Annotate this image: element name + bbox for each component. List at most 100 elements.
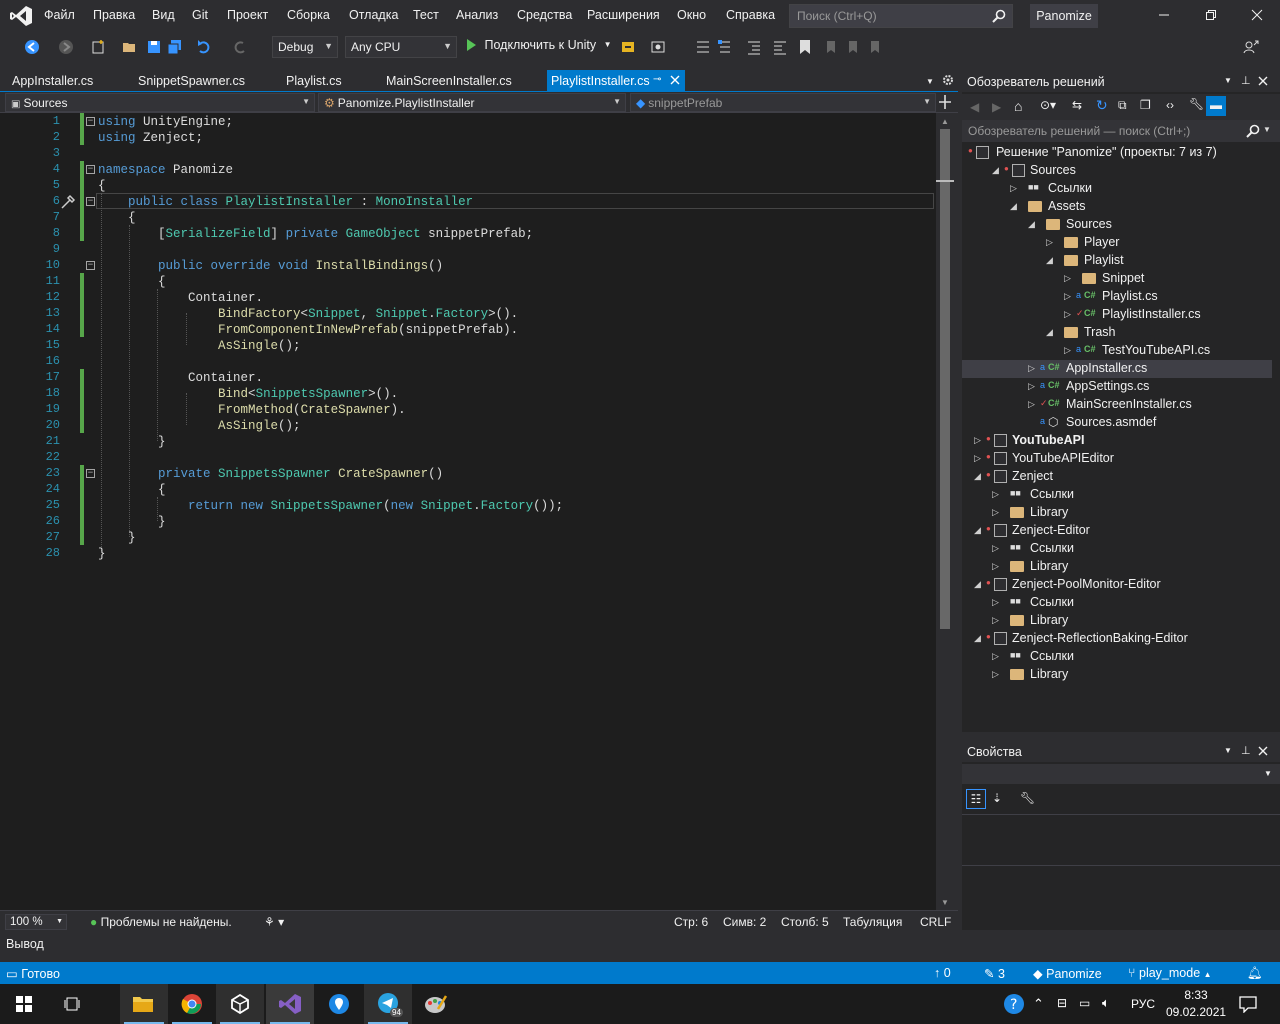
tree-item[interactable]: ▷ ● YouTubeAPIEditor bbox=[962, 450, 1272, 468]
redo-icon[interactable] bbox=[232, 39, 248, 55]
quick-actions-icon[interactable] bbox=[60, 194, 76, 210]
problems-indicator[interactable]: ● Проблемы не найдены. bbox=[90, 915, 232, 929]
collapse-icon[interactable]: − bbox=[86, 165, 95, 174]
tree-item[interactable]: ▷ ✓ C# MainScreenInstaller.cs bbox=[962, 396, 1272, 414]
tree-item[interactable]: ◢ Sources bbox=[962, 216, 1272, 234]
tree-item[interactable]: ▷ ■■ Ссылки bbox=[962, 180, 1272, 198]
language-indicator[interactable]: РУС bbox=[1131, 997, 1155, 1011]
panel-menu-icon[interactable]: ▼ bbox=[1224, 76, 1232, 85]
collapse-all-icon[interactable]: ⧉ bbox=[1118, 98, 1127, 113]
collapsed-arrow-icon[interactable]: ▷ bbox=[1028, 399, 1035, 410]
menu-item-11[interactable]: Окно bbox=[677, 8, 706, 22]
tree-item[interactable]: ◢ Trash bbox=[962, 324, 1272, 342]
tree-item[interactable]: ▷ a C# AppInstaller.cs bbox=[962, 360, 1272, 378]
help-tray-icon[interactable]: ? bbox=[1003, 993, 1025, 1015]
forward-icon[interactable] bbox=[58, 39, 74, 55]
solution-search-input[interactable]: Обозреватель решений — поиск (Ctrl+;) ▼ bbox=[962, 120, 1280, 142]
tree-item[interactable]: ▷ ■■ Ссылки bbox=[962, 648, 1272, 666]
pin-icon[interactable]: ⊥ bbox=[1241, 744, 1251, 757]
tree-item[interactable]: ◢ ● Zenject-Editor bbox=[962, 522, 1272, 540]
menu-item-7[interactable]: Тест bbox=[413, 8, 439, 22]
file-explorer-icon[interactable] bbox=[120, 984, 168, 1024]
chrome-icon[interactable] bbox=[168, 984, 216, 1024]
code-editor[interactable]: 1 2 3 4 5 6 7 8 9 10 11 12 13 14 15 16 17 18 19 20 21 22 23 24 2… bbox=[0, 113, 936, 910]
network-icon[interactable]: ⊟ bbox=[1057, 996, 1067, 1010]
volume-icon[interactable]: 🔈︎ bbox=[1102, 995, 1110, 1011]
attach-unity-button[interactable]: Подключить к Unity ▼ bbox=[464, 37, 611, 57]
tab-overflow-icon[interactable]: ▼ bbox=[926, 77, 934, 86]
minimize-icon[interactable] bbox=[1158, 9, 1170, 21]
expanded-arrow-icon[interactable]: ◢ bbox=[1046, 327, 1053, 338]
back-icon[interactable] bbox=[24, 39, 40, 55]
show-all-files-icon[interactable]: ❐ bbox=[1140, 98, 1151, 112]
collapsed-arrow-icon[interactable]: ▷ bbox=[992, 489, 999, 500]
battery-icon[interactable]: ▭ bbox=[1079, 996, 1090, 1010]
open-folder-icon[interactable] bbox=[122, 39, 138, 55]
gear-icon[interactable] bbox=[942, 74, 954, 86]
tab-mainscreeninstaller[interactable]: MainScreenInstaller.cs bbox=[374, 70, 524, 92]
back-icon[interactable]: ◀ bbox=[970, 100, 979, 114]
tree-item[interactable]: ◢ ● Zenject-ReflectionBaking-Editor bbox=[962, 630, 1272, 648]
tray-expand-icon[interactable]: ⌃ bbox=[1033, 996, 1044, 1012]
expanded-arrow-icon[interactable]: ◢ bbox=[992, 165, 999, 176]
tree-item[interactable]: ▷ Snippet bbox=[962, 270, 1272, 288]
expanded-arrow-icon[interactable]: ◢ bbox=[974, 579, 981, 590]
configuration-select[interactable]: Debug ▼ bbox=[272, 36, 338, 58]
visual-studio-logo-icon[interactable] bbox=[9, 5, 33, 27]
tree-item[interactable]: a ⬡ Sources.asmdef bbox=[962, 414, 1272, 432]
menu-item-10[interactable]: Расширения bbox=[587, 8, 660, 22]
step-icon[interactable] bbox=[695, 39, 711, 55]
collapsed-arrow-icon[interactable]: ▷ bbox=[1028, 363, 1035, 374]
collapsed-arrow-icon[interactable]: ▷ bbox=[992, 615, 999, 626]
tree-item[interactable]: ▷ ■■ Ссылки bbox=[962, 594, 1272, 612]
collapse-icon[interactable]: − bbox=[86, 261, 95, 270]
panel-menu-icon[interactable]: ▼ bbox=[1224, 746, 1232, 755]
expanded-arrow-icon[interactable]: ◢ bbox=[974, 633, 981, 644]
collapsed-arrow-icon[interactable]: ▷ bbox=[1046, 237, 1053, 248]
action-center-icon[interactable] bbox=[1239, 995, 1257, 1013]
refresh-icon[interactable]: ↻ bbox=[1096, 97, 1108, 114]
expanded-arrow-icon[interactable]: ◢ bbox=[1010, 201, 1017, 212]
sync-icon[interactable]: ⊙▾ bbox=[1040, 98, 1056, 112]
collapsed-arrow-icon[interactable]: ▷ bbox=[992, 543, 999, 554]
tree-item[interactable]: ▷ Library bbox=[962, 612, 1272, 630]
code-text[interactable]: using UnityEngine; using Zenject; namesp… bbox=[98, 114, 563, 562]
collapsed-arrow-icon[interactable]: ▷ bbox=[992, 651, 999, 662]
tree-item[interactable]: ◢ ● Sources bbox=[962, 162, 1272, 180]
categorized-icon[interactable]: ☷ bbox=[966, 789, 986, 809]
task-view-icon[interactable] bbox=[48, 984, 96, 1024]
close-panel-icon[interactable] bbox=[1258, 746, 1268, 756]
pending-changes-icon[interactable]: ⇆ bbox=[1072, 98, 1082, 112]
project-name-badge[interactable]: Panomize bbox=[1030, 4, 1098, 28]
type-nav-select[interactable]: ⚙ Panomize.PlaylistInstaller ▼ bbox=[318, 93, 626, 112]
menu-item-9[interactable]: Средства bbox=[517, 8, 572, 22]
split-editor-icon[interactable] bbox=[938, 94, 952, 110]
collapsed-arrow-icon[interactable]: ▷ bbox=[974, 435, 981, 446]
tree-item[interactable]: ▷ ● YouTubeAPI bbox=[962, 432, 1272, 450]
menu-item-3[interactable]: Git bbox=[192, 8, 208, 22]
pin-icon[interactable]: ⊥ bbox=[1241, 74, 1251, 87]
preview-icon[interactable]: ▬ bbox=[1206, 96, 1226, 116]
eol-indicator[interactable]: CRLF bbox=[920, 915, 951, 929]
expanded-arrow-icon[interactable]: ◢ bbox=[974, 471, 981, 482]
tree-item[interactable]: ▷ ■■ Ссылки bbox=[962, 486, 1272, 504]
unity-icon[interactable] bbox=[216, 984, 264, 1024]
menu-item-0[interactable]: Файл bbox=[44, 8, 75, 22]
collapse-icon[interactable]: − bbox=[86, 469, 95, 478]
tabs-indicator[interactable]: Табуляция bbox=[843, 915, 902, 929]
search-input[interactable]: Поиск (Ctrl+Q) bbox=[797, 9, 877, 23]
tree-item[interactable]: ▷ a C# Playlist.cs bbox=[962, 288, 1272, 306]
search-box[interactable]: Поиск (Ctrl+Q) bbox=[789, 4, 1013, 28]
editor-vertical-scrollbar[interactable]: ▲ ▼ bbox=[936, 113, 954, 910]
visual-studio-taskbar-icon[interactable] bbox=[266, 984, 314, 1024]
collapsed-arrow-icon[interactable]: ▷ bbox=[1064, 309, 1071, 320]
properties-object-select[interactable]: ▼ bbox=[962, 764, 1280, 784]
tab-snippetspawner[interactable]: SnippetSpawner.cs bbox=[126, 70, 257, 92]
windows-start-icon[interactable] bbox=[0, 984, 48, 1024]
tree-item[interactable]: ◢ ● Zenject-PoolMonitor-Editor bbox=[962, 576, 1272, 594]
expanded-arrow-icon[interactable]: ◢ bbox=[1046, 255, 1053, 266]
branch-indicator[interactable]: ⑂ play_mode ▲ bbox=[1128, 966, 1212, 980]
home-icon[interactable]: ⌂ bbox=[1014, 98, 1022, 114]
indent-icon[interactable] bbox=[746, 39, 762, 55]
tab-appinstaller[interactable]: AppInstaller.cs bbox=[0, 70, 105, 92]
